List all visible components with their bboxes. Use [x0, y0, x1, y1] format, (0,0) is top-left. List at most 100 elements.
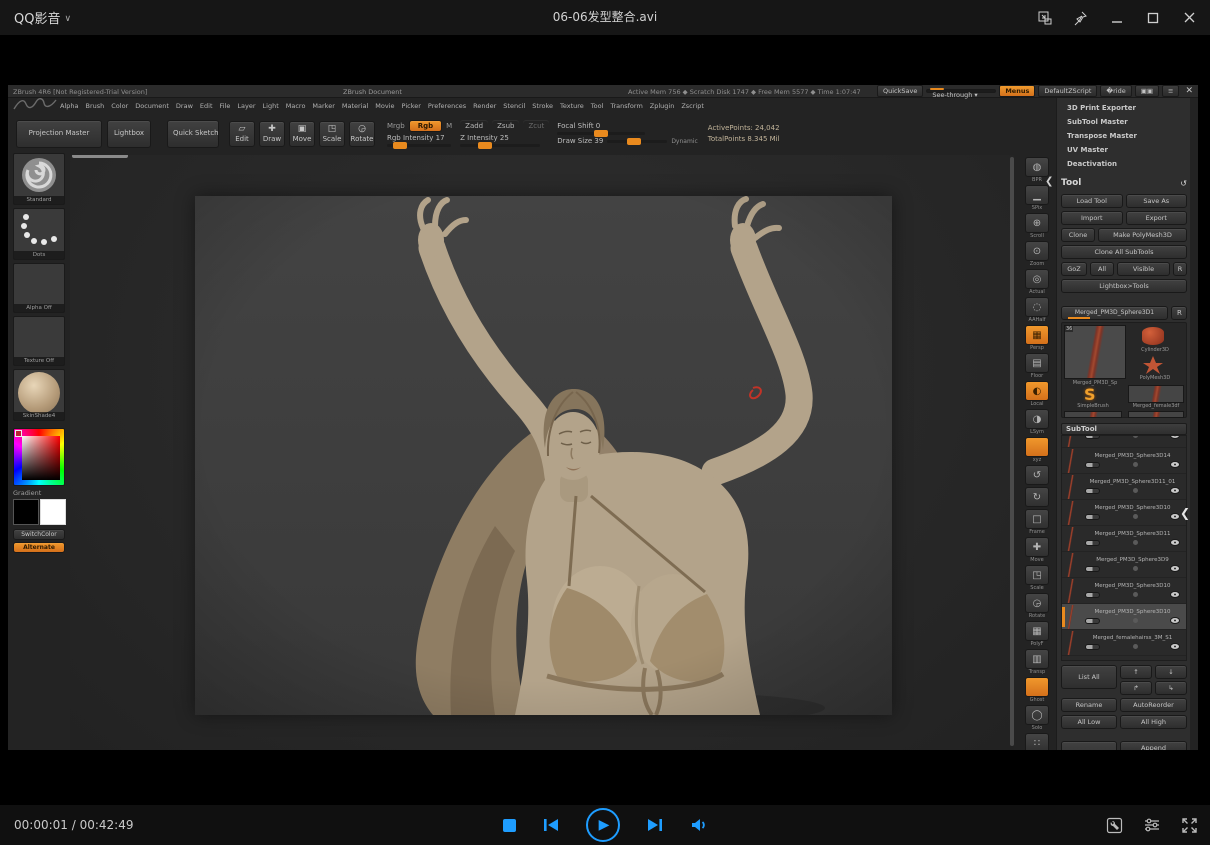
- plugin-menu-item[interactable]: UV Master: [1067, 146, 1137, 154]
- right-shelf-button[interactable]: ◑ LSym: [1024, 409, 1050, 435]
- right-shelf-button[interactable]: □ Frame: [1024, 509, 1050, 535]
- import-button[interactable]: Import: [1061, 211, 1123, 225]
- menu-item[interactable]: Zscript: [681, 102, 704, 110]
- polypaint-toggle[interactable]: [1085, 592, 1100, 598]
- tool-slot-merged-sphere[interactable]: [1064, 325, 1126, 379]
- menu-item[interactable]: Movie: [375, 102, 394, 110]
- right-shelf-button[interactable]: ◌ AAHalf: [1024, 297, 1050, 323]
- palette-icon[interactable]: ▣▣: [1135, 85, 1159, 97]
- subtool-item[interactable]: Merged_PM3D_Sphere3D10: [1062, 604, 1186, 630]
- horizontal-scrollbar[interactable]: [72, 155, 128, 158]
- save-as-button[interactable]: Save As: [1126, 194, 1188, 208]
- tool-slot-merged-spl[interactable]: [1064, 411, 1122, 418]
- menu-item[interactable]: Draw: [176, 102, 193, 110]
- alternate-button[interactable]: Alternate: [13, 542, 65, 553]
- visibility-eye-icon[interactable]: [1170, 461, 1180, 468]
- right-shelf-button[interactable]: ↻: [1024, 487, 1050, 507]
- menu-item[interactable]: Render: [473, 102, 496, 110]
- visibility-eye-icon[interactable]: [1170, 617, 1180, 624]
- subtool-up-button[interactable]: ↑: [1120, 665, 1152, 679]
- subtool-brush-icon[interactable]: [1133, 514, 1138, 519]
- tool-slot-simplebrush[interactable]: S: [1084, 385, 1096, 404]
- settings-button[interactable]: [1143, 817, 1161, 833]
- subtool-item[interactable]: Merged_PM3D_Sphere3D9: [1062, 552, 1186, 578]
- tool-slot-merged-female[interactable]: [1128, 385, 1184, 403]
- subtool-item[interactable]: Merged_femalehairss_3M_S1: [1062, 630, 1186, 656]
- subtool-item[interactable]: Merged_PM3D_Sphere3D11: [1062, 526, 1186, 552]
- video-frame[interactable]: ZBrush 4R6 [Not Registered-Trial Version…: [8, 85, 1198, 750]
- vertical-scrollbar[interactable]: [1010, 157, 1014, 746]
- next-button[interactable]: [646, 817, 664, 833]
- visibility-eye-icon[interactable]: [1170, 591, 1180, 598]
- right-shelf-button[interactable]: ▦ PolyF: [1024, 621, 1050, 647]
- menu-item[interactable]: Marker: [312, 102, 334, 110]
- zadd-toggle[interactable]: Zadd: [460, 120, 488, 132]
- subtool-item[interactable]: Merged_PM3D_Sphere3D10: [1062, 500, 1186, 526]
- texture-thumbnail[interactable]: Texture Off: [13, 316, 65, 366]
- mode-button[interactable]: ◶ Rotate: [349, 121, 375, 147]
- current-tool-button[interactable]: Merged_PM3D_Sphere3D1: [1061, 306, 1168, 320]
- mode-button[interactable]: ✚ Draw: [259, 121, 285, 147]
- goz-r-button[interactable]: R: [1173, 262, 1187, 276]
- right-shelf-button[interactable]: ◶ Rotate: [1024, 593, 1050, 619]
- see-through-slider[interactable]: See-through ▾: [926, 89, 996, 93]
- gradient-label[interactable]: Gradient: [13, 489, 41, 497]
- export-button[interactable]: Export: [1126, 211, 1188, 225]
- right-shelf-button[interactable]: ▁ SPix: [1024, 185, 1050, 211]
- projection-master-button[interactable]: Projection Master: [16, 120, 102, 148]
- subtool-shift-down-button[interactable]: ↳: [1155, 681, 1187, 695]
- right-shelf-button[interactable]: ⊕ Scroll: [1024, 213, 1050, 239]
- plugin-menu-item[interactable]: 3D Print Exporter: [1067, 104, 1137, 112]
- polypaint-toggle[interactable]: [1085, 462, 1100, 468]
- plugin-menu-item[interactable]: Transpose Master: [1067, 132, 1137, 140]
- menu-item[interactable]: Preferences: [428, 102, 466, 110]
- menus-toggle-button[interactable]: Menus: [999, 85, 1035, 97]
- polypaint-toggle[interactable]: [1085, 566, 1100, 572]
- polypaint-toggle[interactable]: [1085, 540, 1100, 546]
- autoreorder-button[interactable]: AutoReorder: [1120, 698, 1187, 712]
- document-canvas[interactable]: [70, 155, 1014, 750]
- polypaint-toggle[interactable]: [1085, 644, 1100, 650]
- right-shelf-button[interactable]: ◯ Solo: [1024, 705, 1050, 731]
- right-shelf-button[interactable]: ↺: [1024, 465, 1050, 485]
- lightbox-tools-button[interactable]: Lightbox>Tools: [1061, 279, 1187, 293]
- sculpt-viewport[interactable]: [195, 196, 892, 715]
- goz-visible-button[interactable]: Visible: [1117, 262, 1170, 276]
- right-shelf-button[interactable]: ◳ Scale: [1024, 565, 1050, 591]
- menu-item[interactable]: Light: [263, 102, 279, 110]
- menu-item[interactable]: Zplugin: [650, 102, 675, 110]
- clone-all-subtools-button[interactable]: Clone All SubTools: [1061, 245, 1187, 259]
- right-shelf-button[interactable]: ▤ Floor: [1024, 353, 1050, 379]
- rgb-intensity-slider[interactable]: [387, 144, 451, 147]
- menu-item[interactable]: Layer: [237, 102, 255, 110]
- menu-item[interactable]: Color: [111, 102, 128, 110]
- subtool-brush-icon[interactable]: [1133, 540, 1138, 545]
- quicksketch-button[interactable]: Quick Sketch: [167, 120, 219, 148]
- subtool-brush-icon[interactable]: [1133, 618, 1138, 623]
- visibility-eye-icon[interactable]: [1170, 565, 1180, 572]
- right-shelf-button[interactable]: ▥ Transp: [1024, 649, 1050, 675]
- subtool-item[interactable]: Merged_PM3D_Sphere3D14: [1062, 448, 1186, 474]
- stroke-thumbnail[interactable]: Dots: [13, 208, 65, 260]
- z-intensity-slider[interactable]: [460, 144, 540, 147]
- subtool-brush-icon[interactable]: [1133, 462, 1138, 467]
- color-gradient-square[interactable]: [22, 436, 60, 480]
- minimize-button[interactable]: [1106, 7, 1128, 29]
- dynamic-toggle[interactable]: Dynamic: [671, 138, 697, 145]
- visibility-eye-icon[interactable]: [1170, 487, 1180, 494]
- close-button[interactable]: [1178, 7, 1200, 29]
- secondary-color-swatch[interactable]: [40, 499, 66, 525]
- zcut-toggle[interactable]: Zcut: [523, 120, 549, 132]
- plugin-menu-item[interactable]: SubTool Master: [1067, 118, 1137, 126]
- material-thumbnail[interactable]: SkinShade4: [13, 369, 65, 421]
- right-shelf-button[interactable]: ✚ Move: [1024, 537, 1050, 563]
- menu-item[interactable]: Document: [135, 102, 169, 110]
- tool-slot-merged-sp2[interactable]: [1128, 411, 1184, 418]
- layout-icon[interactable]: �ride: [1100, 85, 1131, 97]
- quicksave-button[interactable]: QuickSave: [877, 85, 923, 97]
- tray-edge-chevron-icon[interactable]: ❮: [1180, 506, 1190, 520]
- make-polymesh3d-button[interactable]: Make PolyMesh3D: [1098, 228, 1187, 242]
- m-toggle[interactable]: M: [446, 122, 452, 130]
- play-button[interactable]: ▶: [586, 808, 620, 842]
- subtool-item[interactable]: [1062, 435, 1186, 448]
